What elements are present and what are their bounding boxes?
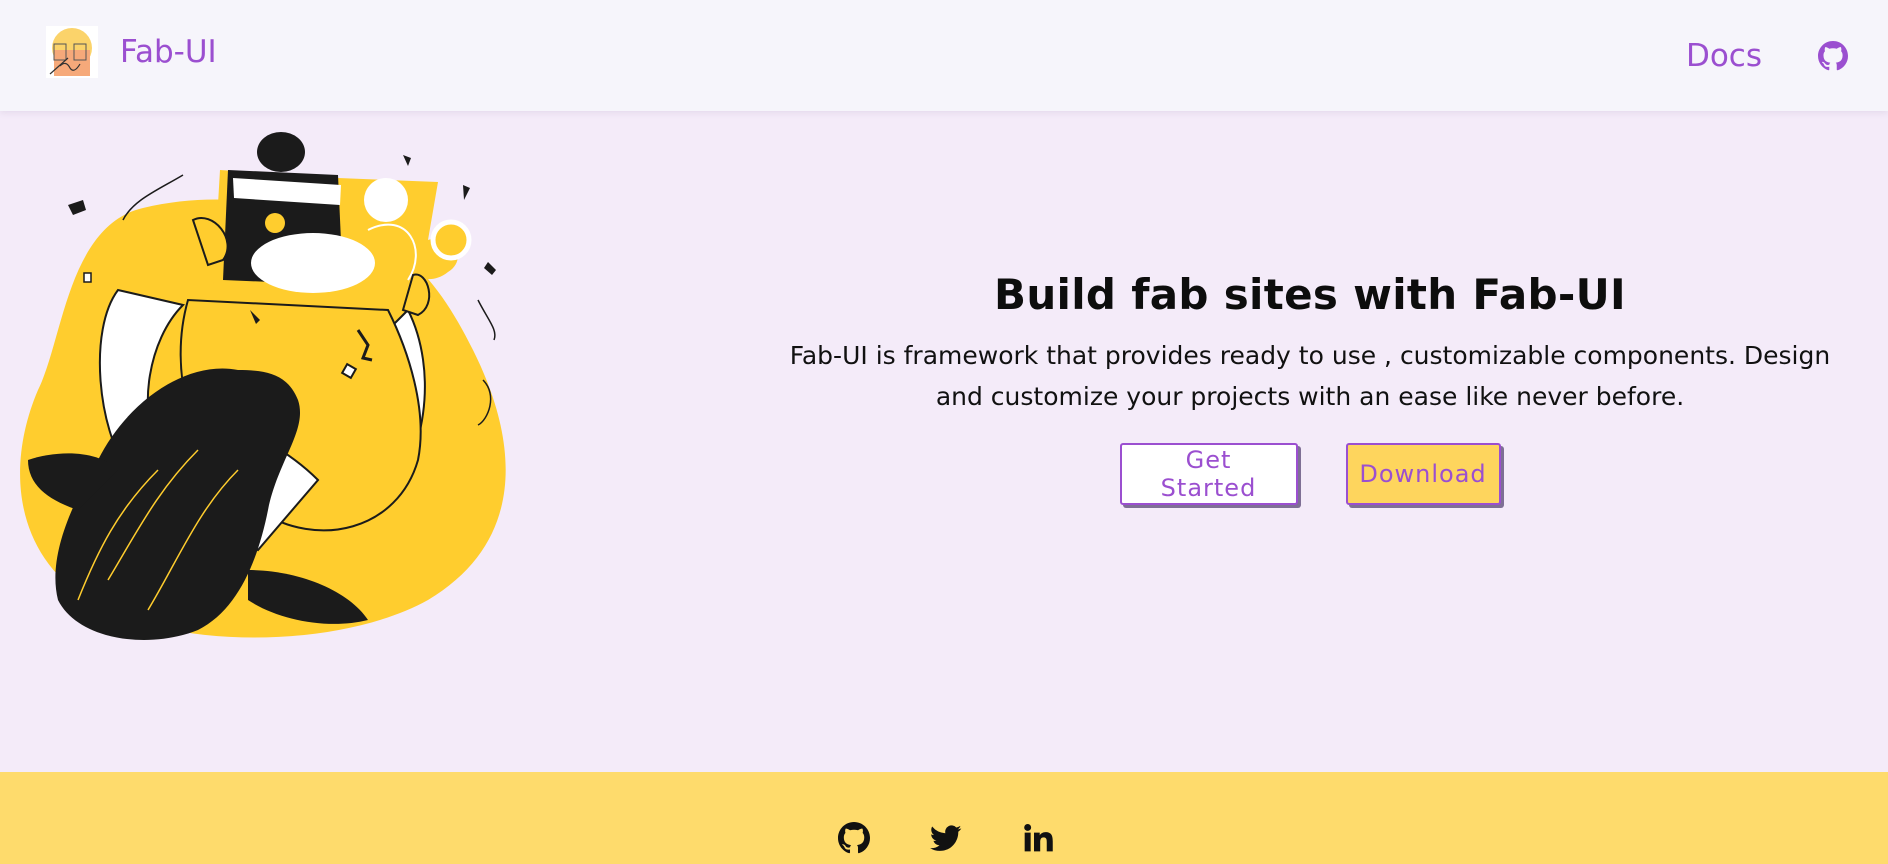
footer-twitter-link[interactable] [930,822,962,854]
nav-links: Docs [1686,0,1848,111]
logo-image [49,28,92,76]
get-started-button[interactable]: Get Started [1119,443,1298,505]
hero-buttons: Get Started Download [770,443,1850,505]
download-button[interactable]: Download [1345,443,1501,505]
github-icon [1818,40,1848,70]
hero-description: Fab-UI is framework that provides ready … [789,341,1831,411]
linkedin-icon [1024,824,1053,852]
footer [0,772,1888,864]
logo [46,26,98,78]
hero-section: Build fab sites with Fab-UI Fab-UI is fr… [770,270,1850,505]
github-link[interactable] [1818,40,1848,71]
navbar: Fab-UI Docs [0,0,1888,111]
twitter-icon [930,825,962,851]
woman-solving-puzzle-illustration [20,132,506,640]
footer-social-links [838,822,1054,854]
docs-link[interactable]: Docs [1686,38,1762,74]
github-icon [838,822,870,854]
brand-name: Fab-UI [120,34,217,70]
hero-title: Build fab sites with Fab-UI [994,270,1626,319]
brand-link[interactable]: Fab-UI [46,26,217,78]
footer-linkedin-link[interactable] [1022,822,1054,854]
footer-github-link[interactable] [838,822,870,854]
